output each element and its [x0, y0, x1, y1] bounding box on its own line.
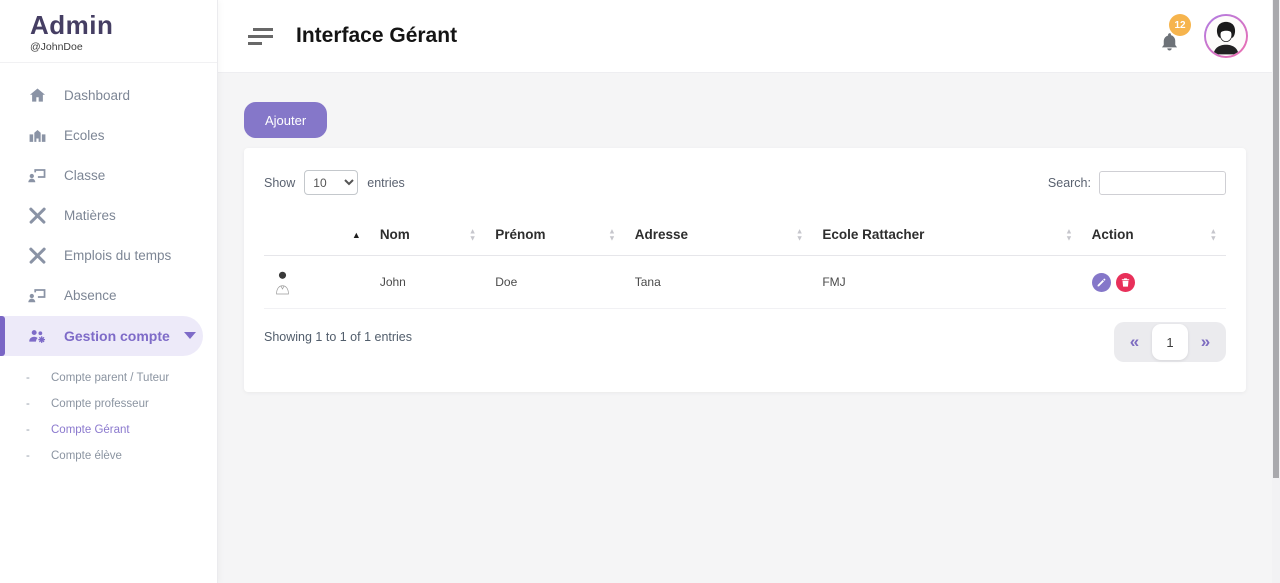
- submenu-item-label: Compte Gérant: [51, 424, 130, 436]
- cell-adresse: Tana: [625, 256, 813, 309]
- page-1-button[interactable]: 1: [1152, 324, 1188, 360]
- pagination: « 1 »: [1114, 322, 1226, 362]
- username: @JohnDoe: [30, 41, 201, 53]
- edit-button[interactable]: [1092, 273, 1111, 292]
- sidebar-item-label: Emplois du temps: [64, 248, 171, 263]
- sidebar-item-label: Gestion compte: [64, 328, 170, 344]
- submenu-item-label: Compte professeur: [51, 398, 149, 410]
- submenu-item-label: Compte élève: [51, 450, 122, 462]
- sort-icon: ▲▼: [1210, 229, 1217, 242]
- submenu-item-compte-eleve[interactable]: - Compte élève: [0, 443, 217, 469]
- dash-bullet: -: [26, 372, 51, 384]
- previous-page-button[interactable]: «: [1117, 322, 1152, 362]
- column-header-adresse[interactable]: Adresse ▲▼: [625, 215, 813, 256]
- sidebar-item-label: Dashboard: [64, 88, 130, 103]
- sidebar-item-absence[interactable]: Absence: [0, 276, 217, 316]
- dash-bullet: -: [26, 398, 51, 410]
- table-card: Show 10 entries Search: ▲: [244, 148, 1246, 392]
- sidebar-item-label: Ecoles: [64, 128, 105, 143]
- cell-prenom: Doe: [485, 256, 624, 309]
- sidebar-item-label: Classe: [64, 168, 105, 183]
- search-input[interactable]: [1099, 171, 1226, 195]
- vertical-scrollbar[interactable]: [1272, 0, 1280, 583]
- sort-asc-icon: ▲: [352, 230, 361, 240]
- sidebar-item-gestion-compte[interactable]: Gestion compte: [0, 316, 203, 356]
- app-title: Admin: [30, 11, 201, 40]
- avatar[interactable]: [1204, 14, 1248, 58]
- sort-icon: ▲▼: [796, 229, 803, 242]
- entries-info: Showing 1 to 1 of 1 entries: [264, 330, 412, 344]
- sidebar-item-label: Matières: [64, 208, 116, 223]
- sidebar-item-label: Absence: [64, 288, 117, 303]
- active-indicator: [0, 316, 5, 356]
- column-header-prenom[interactable]: Prénom ▲▼: [485, 215, 624, 256]
- sidebar-item-emplois[interactable]: Emplois du temps: [0, 236, 217, 276]
- table-header-row: ▲ Nom ▲▼ Prénom ▲▼ Adresse ▲▼: [264, 215, 1226, 256]
- sort-icon: ▲▼: [608, 229, 615, 242]
- sort-icon: ▲▼: [1065, 229, 1072, 242]
- submenu-item-compte-professeur[interactable]: - Compte professeur: [0, 391, 217, 417]
- chalkboard-user-icon: [28, 166, 47, 185]
- entries-label: entries: [367, 176, 405, 190]
- sidebar-item-classe[interactable]: Classe: [0, 156, 217, 196]
- submenu-item-compte-parent[interactable]: - Compte parent / Tuteur: [0, 365, 217, 391]
- dash-bullet: -: [26, 450, 51, 462]
- column-header-image[interactable]: ▲: [264, 215, 370, 256]
- add-button[interactable]: Ajouter: [244, 102, 327, 138]
- notifications-button[interactable]: 12: [1158, 26, 1184, 54]
- sidebar-item-matieres[interactable]: Matières: [0, 196, 217, 236]
- submenu-item-label: Compte parent / Tuteur: [51, 372, 169, 384]
- chevron-down-icon: [184, 332, 196, 339]
- chalkboard-user-icon: [28, 286, 47, 305]
- search-label: Search:: [1048, 176, 1091, 190]
- main-content: Ajouter Show 10 entries Search:: [218, 73, 1272, 583]
- show-label: Show: [264, 176, 295, 190]
- cell-ecole: FMJ: [812, 256, 1081, 309]
- school-icon: [28, 126, 47, 145]
- cell-action: [1082, 256, 1226, 309]
- search-control: Search:: [1048, 171, 1226, 195]
- header-actions: 12: [1158, 14, 1248, 58]
- table-footer: Showing 1 to 1 of 1 entries « 1 »: [264, 322, 1226, 362]
- column-header-ecole[interactable]: Ecole Rattacher ▲▼: [812, 215, 1081, 256]
- sidebar-item-ecoles[interactable]: Ecoles: [0, 116, 217, 156]
- page-title: Interface Gérant: [296, 24, 457, 48]
- sidebar-menu: Dashboard Ecoles Classe Matières Emplois: [0, 63, 217, 469]
- menu-toggle-icon[interactable]: [248, 28, 273, 45]
- next-page-button[interactable]: »: [1188, 322, 1223, 362]
- table-controls: Show 10 entries Search:: [264, 170, 1226, 195]
- scrollbar-thumb[interactable]: [1273, 0, 1279, 478]
- column-header-nom[interactable]: Nom ▲▼: [370, 215, 485, 256]
- sort-icon: ▲▼: [469, 229, 476, 242]
- top-header: Interface Gérant 12: [218, 0, 1280, 73]
- entries-select[interactable]: 10: [304, 170, 358, 195]
- sidebar-item-dashboard[interactable]: Dashboard: [0, 76, 217, 116]
- pen-ruler-icon: [28, 246, 47, 265]
- notification-badge: 12: [1169, 14, 1191, 36]
- sidebar: Admin @JohnDoe Dashboard Ecoles Classe: [0, 0, 218, 583]
- sidebar-header: Admin @JohnDoe: [0, 0, 217, 63]
- submenu-item-compte-gerant[interactable]: - Compte Gérant: [0, 417, 217, 443]
- table-row: John Doe Tana FMJ: [264, 256, 1226, 309]
- row-avatar: [274, 269, 360, 296]
- users-gear-icon: [28, 326, 47, 345]
- avatar-image: [1206, 16, 1246, 56]
- cell-nom: John: [370, 256, 485, 309]
- dash-bullet: -: [26, 424, 51, 436]
- delete-button[interactable]: [1116, 273, 1135, 292]
- cell-image: [264, 256, 370, 309]
- pencil-icon: [1096, 277, 1107, 288]
- sidebar-submenu: - Compte parent / Tuteur - Compte profes…: [0, 356, 217, 469]
- trash-icon: [1120, 277, 1131, 288]
- column-header-action[interactable]: Action ▲▼: [1082, 215, 1226, 256]
- home-icon: [28, 86, 47, 105]
- data-table: ▲ Nom ▲▼ Prénom ▲▼ Adresse ▲▼: [264, 215, 1226, 309]
- page-length-control: Show 10 entries: [264, 170, 405, 195]
- pen-ruler-icon: [28, 206, 47, 225]
